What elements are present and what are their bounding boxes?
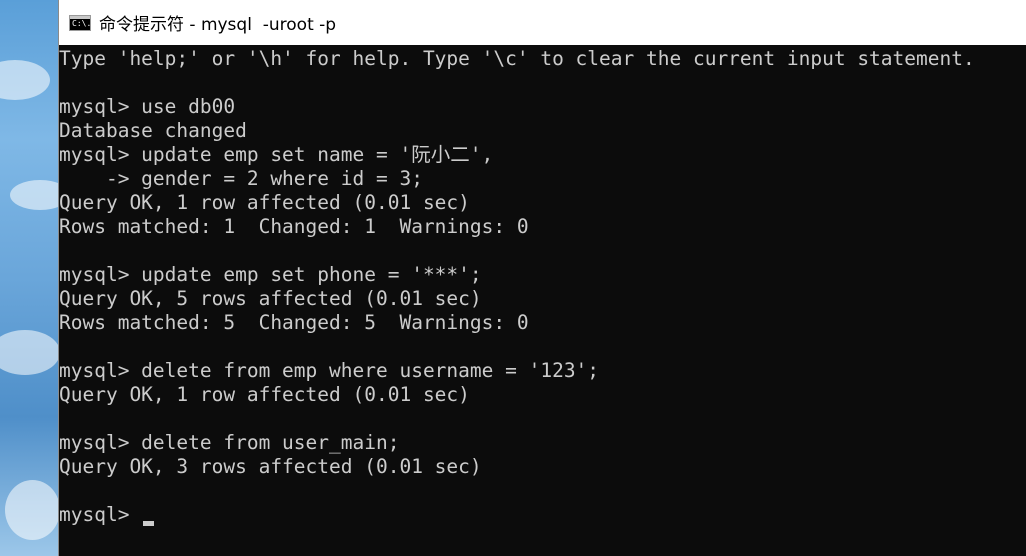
console-line: mysql> use db00 [59, 95, 236, 118]
desktop-wallpaper [0, 0, 58, 556]
wallpaper-cloud [0, 330, 58, 375]
text-cursor [143, 521, 155, 526]
console-prompt-line[interactable]: mysql> [59, 503, 1026, 527]
console-icon-glyph: C:\. [72, 18, 92, 28]
console-line: mysql> update emp set name = '阮小二', [59, 143, 494, 166]
console-line: Rows matched: 5 Changed: 5 Warnings: 0 [59, 311, 529, 334]
console-line: Rows matched: 1 Changed: 1 Warnings: 0 [59, 215, 529, 238]
console-prompt: mysql> [59, 503, 142, 526]
console-line: Query OK, 3 rows affected (0.01 sec) [59, 455, 482, 478]
console-line: -> gender = 2 where id = 3; [59, 167, 423, 190]
console-line: Query OK, 1 row affected (0.01 sec) [59, 191, 470, 214]
wallpaper-cloud [10, 180, 58, 210]
console-line: Type 'help;' or '\h' for help. Type '\c'… [59, 47, 975, 70]
command-prompt-window[interactable]: C:\. 命令提示符 - mysql -uroot -p Type 'help;… [58, 0, 1026, 556]
console-line: mysql> delete from emp where username = … [59, 359, 600, 382]
console-line: Query OK, 5 rows affected (0.01 sec) [59, 287, 482, 310]
console-line: Database changed [59, 119, 247, 142]
title-bar[interactable]: C:\. 命令提示符 - mysql -uroot -p [59, 0, 1026, 45]
console-icon[interactable]: C:\. [69, 14, 92, 31]
console-line: mysql> update emp set phone = '***'; [59, 263, 482, 286]
window-title: 命令提示符 - mysql -uroot -p [99, 15, 337, 35]
wallpaper-cloud [0, 60, 50, 100]
wallpaper-cloud [5, 480, 58, 540]
console-output[interactable]: Type 'help;' or '\h' for help. Type '\c'… [59, 45, 1026, 556]
console-line: Query OK, 1 row affected (0.01 sec) [59, 383, 470, 406]
console-line: mysql> delete from user_main; [59, 431, 400, 454]
